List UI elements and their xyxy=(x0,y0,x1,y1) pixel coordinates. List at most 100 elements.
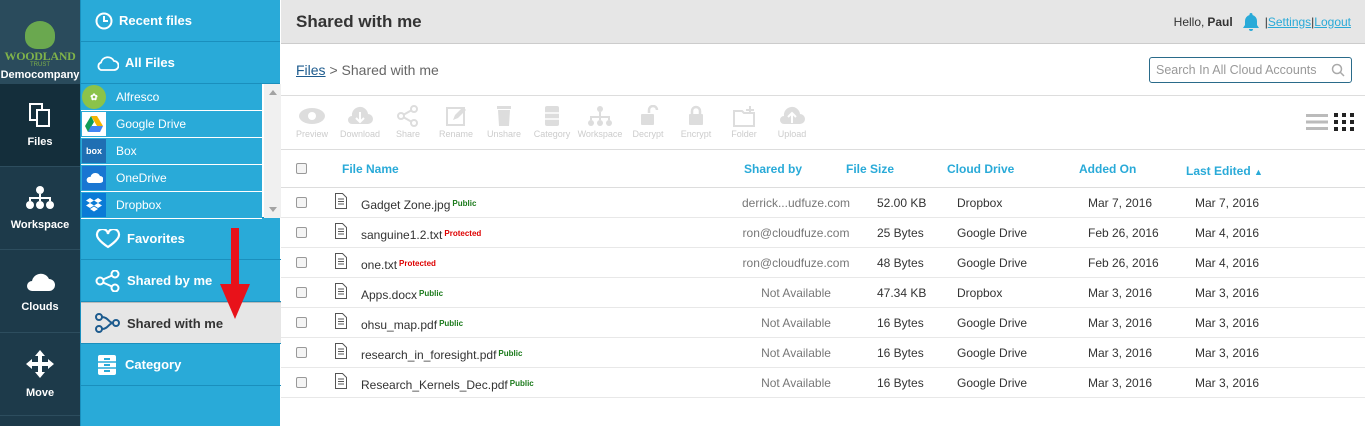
file-name-cell[interactable]: Gadget Zone.jpg Public xyxy=(361,198,739,212)
sort-asc-icon: ▲ xyxy=(1254,166,1263,177)
logo-subtext: TRUST xyxy=(30,62,50,68)
select-all-checkbox[interactable] xyxy=(296,163,307,174)
search-input[interactable]: Search In All Cloud Accounts xyxy=(1149,56,1352,83)
grid-view-icon[interactable] xyxy=(1334,113,1354,131)
cloud-drive-cell: Google Drive xyxy=(957,345,1028,360)
drive-list-scrollbar[interactable] xyxy=(264,84,281,218)
file-name-cell[interactable]: one.txt Protected xyxy=(361,258,739,272)
share-button[interactable]: Share xyxy=(384,105,432,139)
toolbar-label: Category xyxy=(533,129,571,139)
table-row[interactable]: Apps.docx Public Not Available 47.34 KB D… xyxy=(281,278,1365,308)
bell-icon[interactable] xyxy=(1241,12,1261,32)
table-row[interactable]: ohsu_map.pdf Public Not Available 16 Byte… xyxy=(281,308,1365,338)
download-button[interactable]: Download xyxy=(336,105,384,139)
share-icon xyxy=(397,105,418,127)
last-edited-cell: Mar 7, 2016 xyxy=(1195,195,1260,210)
col-file-name[interactable]: File Name xyxy=(307,162,728,176)
cloud-drive-cell: Dropbox xyxy=(957,195,1003,210)
rail-item-move[interactable]: Move xyxy=(0,333,80,416)
rail-item-clouds[interactable]: Clouds xyxy=(0,250,80,333)
added-on-cell: Mar 3, 2016 xyxy=(1088,345,1153,360)
row-checkbox[interactable] xyxy=(296,227,307,238)
table-row[interactable]: sanguine1.2.txt Protected ron@cloudfuze.c… xyxy=(281,218,1365,248)
rail-label-clouds: Clouds xyxy=(21,301,59,313)
row-checkbox[interactable] xyxy=(296,347,307,358)
file-size-cell: 16 Bytes xyxy=(877,375,924,390)
encrypt-button[interactable]: Encrypt xyxy=(672,105,720,139)
toolbar-label: Download xyxy=(339,129,381,139)
drive-item-onedrive[interactable]: OneDrive xyxy=(81,165,262,192)
cloud-download-icon xyxy=(348,106,373,124)
visibility-tag: Protected xyxy=(444,228,482,238)
table-row[interactable]: Research_Kernels_Dec.pdf Public Not Avail… xyxy=(281,368,1365,398)
row-checkbox[interactable] xyxy=(296,377,307,388)
file-icon xyxy=(335,313,361,332)
nav-recent-files[interactable]: Recent files xyxy=(81,0,280,42)
drive-item-google-drive[interactable]: Google Drive xyxy=(81,111,262,138)
file-name-cell[interactable]: Apps.docx Public xyxy=(361,288,739,302)
col-shared-by[interactable]: Shared by xyxy=(728,162,818,176)
file-name: sanguine1.2.txt xyxy=(361,227,443,242)
search-icon[interactable] xyxy=(1331,63,1345,77)
drive-label: OneDrive xyxy=(116,171,167,185)
workspace-button[interactable]: Workspace xyxy=(576,105,624,139)
decrypt-button[interactable]: Decrypt xyxy=(624,105,672,139)
drive-item-alfresco[interactable]: ✿ Alfresco xyxy=(81,84,262,111)
onedrive-icon xyxy=(82,166,106,190)
last-edited-cell: Mar 4, 2016 xyxy=(1195,255,1260,270)
table-row[interactable]: one.txt Protected ron@cloudfuze.com 48 By… xyxy=(281,248,1365,278)
edit-icon xyxy=(446,107,466,126)
nav-shared-by-me[interactable]: Shared by me xyxy=(81,260,281,302)
rail-item-files[interactable]: Files xyxy=(0,84,80,167)
box-icon: box xyxy=(82,139,106,163)
file-size-cell: 52.00 KB xyxy=(877,195,927,210)
files-nav: Recent files All Files ✿ Alfresco Google… xyxy=(80,0,281,426)
search-placeholder: Search In All Cloud Accounts xyxy=(1156,62,1317,77)
table-row[interactable]: Gadget Zone.jpg Public derrick...udfuze.c… xyxy=(281,188,1365,218)
col-file-size[interactable]: File Size xyxy=(818,162,924,176)
nav-shared-with-me[interactable]: Shared with me xyxy=(81,302,281,344)
list-view-icon[interactable] xyxy=(1306,113,1328,131)
table-row[interactable]: research_in_foresight.pdf Public Not Avai… xyxy=(281,338,1365,368)
logout-link[interactable]: Logout xyxy=(1314,15,1351,29)
settings-link[interactable]: Settings xyxy=(1268,15,1311,29)
row-checkbox[interactable] xyxy=(296,257,307,268)
new-folder-button[interactable]: Folder xyxy=(720,105,768,139)
breadcrumb-root-link[interactable]: Files xyxy=(296,62,326,78)
breadcrumb-sep: > xyxy=(325,61,342,78)
top-bar: Shared with me Hello, Paul | Settings | … xyxy=(281,0,1365,44)
added-on-cell: Mar 3, 2016 xyxy=(1088,375,1153,390)
file-name: research_in_foresight.pdf xyxy=(361,347,497,362)
toolbar-label: Decrypt xyxy=(632,129,664,139)
preview-button[interactable]: Preview xyxy=(288,105,336,139)
file-name-cell[interactable]: sanguine1.2.txt Protected xyxy=(361,228,739,242)
file-size-cell: 47.34 KB xyxy=(877,285,927,300)
cabinet-icon xyxy=(545,106,559,126)
unshare-button[interactable]: Unshare xyxy=(480,105,528,139)
cloud-icon xyxy=(27,273,55,291)
drive-item-box[interactable]: box Box xyxy=(81,138,262,165)
col-cloud-drive[interactable]: Cloud Drive xyxy=(924,162,1070,176)
nav-all-files[interactable]: All Files xyxy=(81,42,280,84)
shared-by-cell: Not Available xyxy=(761,285,831,300)
file-name-cell[interactable]: ohsu_map.pdf Public xyxy=(361,318,739,332)
file-name: Research_Kernels_Dec.pdf xyxy=(361,377,508,392)
col-added-on[interactable]: Added On xyxy=(1070,162,1178,176)
category-button[interactable]: Category xyxy=(528,105,576,139)
logo-text: WOODLAND xyxy=(4,49,76,63)
upload-button[interactable]: Upload xyxy=(768,105,816,139)
alfresco-icon: ✿ xyxy=(82,85,106,109)
rename-button[interactable]: Rename xyxy=(432,105,480,139)
row-checkbox[interactable] xyxy=(296,197,307,208)
row-checkbox[interactable] xyxy=(296,317,307,328)
greeting: Hello, xyxy=(1173,14,1205,29)
nav-favorites[interactable]: Favorites xyxy=(81,218,281,260)
file-name-cell[interactable]: Research_Kernels_Dec.pdf Public xyxy=(361,378,739,392)
rail-item-workspace[interactable]: Workspace xyxy=(0,167,80,250)
shared-by-cell: derrick...udfuze.com xyxy=(741,195,851,210)
row-checkbox[interactable] xyxy=(296,287,307,298)
col-last-edited[interactable]: Last Edited ▲ xyxy=(1178,164,1288,178)
file-name-cell[interactable]: research_in_foresight.pdf Public xyxy=(361,348,739,362)
drive-item-dropbox[interactable]: Dropbox xyxy=(81,192,262,219)
nav-category[interactable]: Category xyxy=(81,344,281,386)
